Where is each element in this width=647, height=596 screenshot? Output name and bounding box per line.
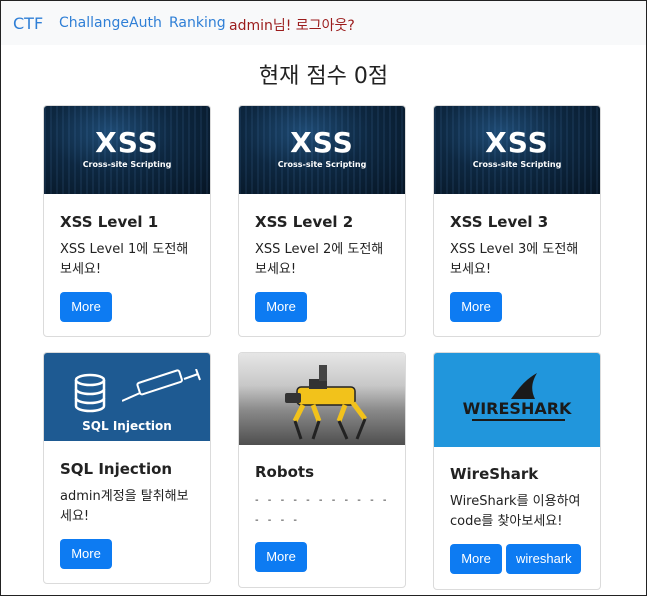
wireshark-logo-shark: SHARK — [509, 399, 572, 418]
card-text: WireShark를 이용하여 code를 찾아보세요! — [450, 494, 581, 529]
challenge-card-xss-3: XSS Cross-site Scripting XSS Level 3 XSS… — [433, 105, 601, 337]
challenge-card-robots: Robots - - - - - - - - - - - - - - - Mor… — [238, 352, 406, 588]
more-button[interactable]: More — [255, 542, 307, 572]
nav-link-auth[interactable]: Auth — [129, 15, 162, 31]
shark-fin-icon — [511, 373, 537, 399]
wireshark-logo-wire: WIRE — [462, 399, 510, 418]
brand-link[interactable]: CTF — [13, 14, 43, 33]
wireshark-logo-text: WIRESHARK — [434, 399, 600, 418]
card-title: XSS Level 3 — [450, 213, 549, 231]
card-text: XSS Level 2에 도전해보세요! — [255, 242, 384, 277]
card-text-obscured: - - - - - - - - - - - — [255, 495, 390, 506]
more-button[interactable]: More — [60, 539, 112, 569]
xss-banner-image: XSS Cross-site Scripting — [434, 106, 600, 194]
xss-banner-subtitle: Cross-site Scripting — [82, 160, 172, 169]
card-text: XSS Level 1에 도전해보세요! — [60, 242, 189, 277]
more-button[interactable]: More — [255, 292, 307, 322]
xss-banner-subtitle: Cross-site Scripting — [277, 160, 367, 169]
syringe-icon — [122, 369, 201, 402]
more-button[interactable]: More — [60, 292, 112, 322]
robot-dog-icon — [285, 365, 367, 440]
xss-banner-image: XSS Cross-site Scripting — [239, 106, 405, 194]
card-title: SQL Injection — [60, 460, 173, 478]
xss-banner-title: XSS — [95, 126, 159, 159]
sql-injection-banner-image: SQL Injection — [44, 353, 210, 441]
challenge-card-sql-injection: SQL Injection SQL Injection admin계정을 탈취해… — [43, 352, 211, 584]
card-title: Robots — [255, 463, 314, 481]
card-text: admin계정을 탈취해보세요! — [60, 489, 189, 524]
card-title: WireShark — [450, 465, 539, 483]
xss-banner-title: XSS — [290, 126, 354, 159]
challenge-card-xss-1: XSS Cross-site Scripting XSS Level 1 XSS… — [43, 105, 211, 337]
card-text: XSS Level 3에 도전해보세요! — [450, 242, 579, 277]
card-title: XSS Level 2 — [255, 213, 354, 231]
sql-injection-banner-label: SQL Injection — [82, 419, 172, 433]
robot-photo — [239, 353, 405, 445]
logout-link[interactable]: admin님! 로그아웃? — [229, 15, 355, 35]
challenge-card-xss-2: XSS Cross-site Scripting XSS Level 2 XSS… — [238, 105, 406, 337]
card-title: XSS Level 1 — [60, 213, 159, 231]
more-button[interactable]: More — [450, 544, 502, 574]
database-icon — [74, 373, 106, 413]
xss-banner-title: XSS — [485, 126, 549, 159]
xss-banner-subtitle: Cross-site Scripting — [472, 160, 562, 169]
nav-link-challange[interactable]: Challange — [59, 15, 129, 31]
nav-link-ranking[interactable]: Ranking — [169, 15, 226, 31]
navbar: CTF Challange Auth Ranking admin님! 로그아웃? — [1, 1, 646, 45]
wireshark-download-button[interactable]: wireshark — [506, 544, 581, 574]
wireshark-logo-underline — [472, 419, 565, 421]
score-title: 현재 점수 0점 — [258, 64, 389, 89]
more-button[interactable]: More — [450, 292, 502, 322]
card-text-obscured: - - - - — [255, 515, 300, 526]
wireshark-banner-image: WIRESHARK — [434, 353, 600, 447]
challenge-card-wireshark: WIRESHARK WireShark WireShark를 이용하여 code… — [433, 352, 601, 590]
xss-banner-image: XSS Cross-site Scripting — [44, 106, 210, 194]
